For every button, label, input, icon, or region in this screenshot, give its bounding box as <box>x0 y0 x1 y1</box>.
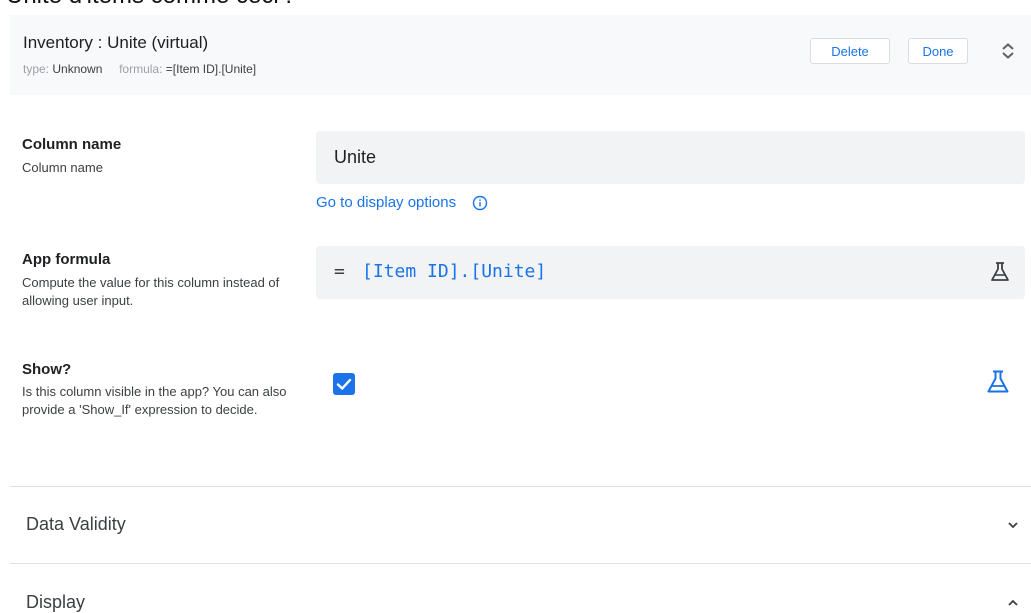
section-display[interactable]: Display <box>26 592 85 613</box>
flask-icon[interactable] <box>985 369 1011 395</box>
chevron-up-icon[interactable] <box>1005 595 1021 611</box>
divider <box>10 486 1031 487</box>
divider <box>10 563 1031 564</box>
formula-value: =[Item ID].[Unite] <box>165 62 257 76</box>
show-description: Is this column visible in the app? You c… <box>22 384 287 417</box>
column-name-value: Unite <box>334 147 377 167</box>
column-title: Inventory : Unite (virtual) <box>23 33 209 52</box>
formula-expression: [Item ID].[Unite] <box>362 261 547 282</box>
column-header: Inventory : Unite (virtual) type: Unknow… <box>10 15 1031 95</box>
show-checkbox[interactable] <box>333 373 355 395</box>
section-data-validity[interactable]: Data Validity <box>26 514 126 535</box>
show-title: Show? <box>22 361 72 378</box>
info-icon[interactable] <box>472 195 488 211</box>
flask-icon[interactable] <box>989 261 1011 283</box>
type-label: type: <box>23 62 50 76</box>
cropped-caption: Unite d'items comme ceci : <box>6 0 292 10</box>
chevron-down-icon[interactable] <box>1005 517 1021 533</box>
column-meta: type: Unknown formula: =[Item ID].[Unite… <box>23 62 256 76</box>
done-button[interactable]: Done <box>908 38 968 64</box>
column-name-description: Column name <box>22 160 103 175</box>
display-options-link[interactable]: Go to display options <box>316 194 488 211</box>
app-formula-input[interactable]: = [Item ID].[Unite] <box>316 246 1025 299</box>
formula-equals: = <box>334 261 345 282</box>
type-value: Unknown <box>52 62 103 76</box>
check-icon <box>336 378 352 390</box>
delete-button[interactable]: Delete <box>810 38 890 64</box>
app-formula-title: App formula <box>22 251 111 268</box>
app-formula-description: Compute the value for this column instea… <box>22 275 280 308</box>
unfold-more-icon[interactable] <box>996 40 1020 62</box>
column-name-input[interactable]: Unite <box>316 131 1025 184</box>
display-options-label: Go to display options <box>316 194 457 211</box>
column-name-title: Column name <box>22 136 122 153</box>
formula-label: formula: <box>119 62 163 76</box>
